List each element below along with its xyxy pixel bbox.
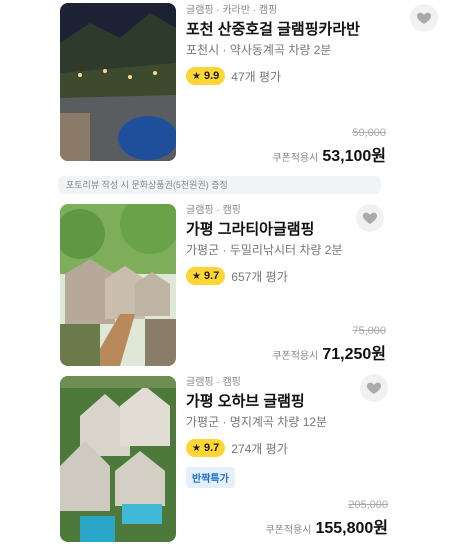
star-icon: ★ bbox=[192, 70, 201, 82]
final-price: 53,100원 bbox=[322, 148, 386, 165]
rating-value: 9.7 bbox=[203, 270, 220, 282]
coupon-label: 쿠폰적용시 bbox=[265, 525, 312, 536]
star-icon: ★ bbox=[192, 270, 201, 282]
listing-location: 가평군 · 두밀리낚시터 차량 2분 bbox=[186, 243, 343, 257]
price-block: 75,000 쿠폰적용시 71,250원 bbox=[272, 324, 386, 364]
listing-category: 글램핑 · 카라반 · 캠핑 bbox=[186, 5, 278, 16]
rating-row: ★ 9.7 657개 평가 bbox=[186, 267, 394, 285]
rating-badge: ★ 9.9 bbox=[186, 67, 226, 85]
listing-location: 가평군 · 명지계곡 차량 12분 bbox=[186, 415, 328, 429]
rating-badge: ★ 9.7 bbox=[186, 267, 226, 285]
favorite-button[interactable] bbox=[410, 4, 438, 32]
heart-icon bbox=[416, 12, 432, 24]
rating-row: ★ 9.7 274개 평가 bbox=[186, 439, 394, 457]
star-icon: ★ bbox=[192, 442, 201, 454]
listing-location: 포천시 · 약사동계곡 차량 2분 bbox=[186, 43, 332, 57]
listing-card[interactable]: 글램핑 · 캠핑 가평 그라티아글램핑 가평군 · 두밀리낚시터 차량 2분 ★… bbox=[0, 200, 450, 370]
listing-title[interactable]: 포천 산중호걸 글램핑카라반 bbox=[186, 20, 394, 40]
coupon-label: 쿠폰적용시 bbox=[272, 153, 319, 164]
original-price: 75,000 bbox=[352, 325, 386, 337]
price-block: 59,000 쿠폰적용시 53,100원 bbox=[272, 126, 386, 166]
listing-card[interactable]: 글램핑 · 캠핑 가평 오하브 글램핑 가평군 · 명지계곡 차량 12분 ★ 9… bbox=[0, 372, 450, 550]
listing-photo[interactable] bbox=[60, 3, 176, 161]
listing-photo[interactable] bbox=[60, 204, 176, 366]
listing-photo[interactable] bbox=[60, 376, 176, 542]
favorite-button[interactable] bbox=[356, 204, 384, 232]
review-count[interactable]: 47개 평가 bbox=[231, 68, 281, 85]
flash-sale-tag: 반짝특가 bbox=[186, 467, 235, 488]
rating-row: ★ 9.9 47개 평가 bbox=[186, 67, 394, 85]
favorite-button[interactable] bbox=[360, 374, 388, 402]
final-price: 155,800원 bbox=[315, 520, 388, 537]
rating-value: 9.9 bbox=[203, 70, 220, 82]
heart-icon bbox=[362, 212, 378, 224]
price-block: 205,000 쿠폰적용시 155,800원 bbox=[265, 498, 388, 538]
rating-value: 9.7 bbox=[203, 442, 220, 454]
rating-badge: ★ 9.7 bbox=[186, 439, 226, 457]
final-price: 71,250원 bbox=[322, 346, 386, 363]
review-count[interactable]: 274개 평가 bbox=[231, 440, 287, 457]
review-notice-banner[interactable]: 포토리뷰 작성 시 문화상품권(5천원권) 증정 bbox=[58, 176, 381, 194]
coupon-label: 쿠폰적용시 bbox=[272, 351, 319, 362]
heart-icon bbox=[366, 382, 382, 394]
original-price: 205,000 bbox=[348, 499, 388, 511]
review-count[interactable]: 657개 평가 bbox=[231, 268, 287, 285]
original-price: 59,000 bbox=[352, 127, 386, 139]
listing-card[interactable]: 글램핑 · 카라반 · 캠핑 포천 산중호걸 글램핑카라반 포천시 · 약사동계… bbox=[0, 0, 450, 170]
